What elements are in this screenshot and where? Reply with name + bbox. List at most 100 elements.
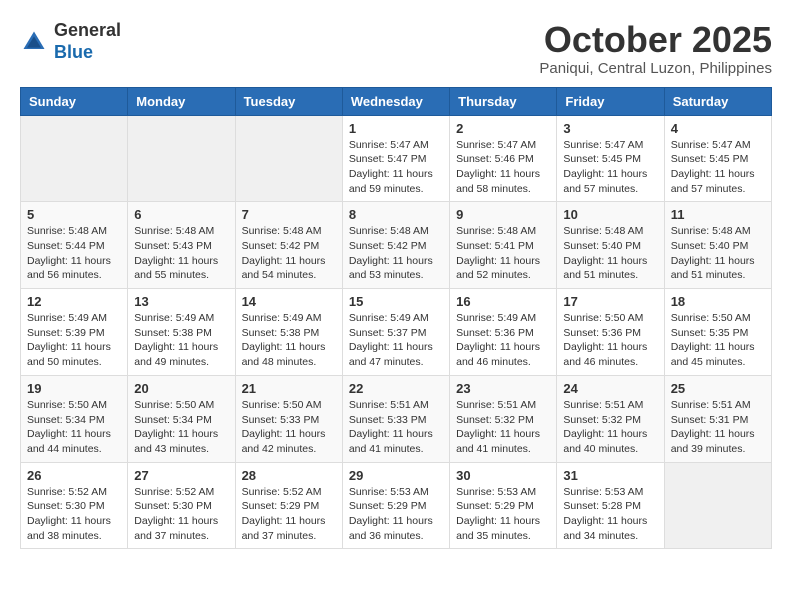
day-number: 9 [456, 207, 550, 222]
day-info: Sunrise: 5:47 AM Sunset: 5:46 PM Dayligh… [456, 138, 550, 197]
day-number: 28 [242, 468, 336, 483]
day-number: 7 [242, 207, 336, 222]
day-number: 1 [349, 121, 443, 136]
day-number: 30 [456, 468, 550, 483]
calendar-cell: 2 Sunrise: 5:47 AM Sunset: 5:46 PM Daylig… [450, 115, 557, 202]
calendar-cell: 3Sunrise: 5:47 AM Sunset: 5:45 PM Daylig… [557, 115, 664, 202]
day-number: 14 [242, 294, 336, 309]
logo-blue: Blue [54, 42, 121, 64]
day-info: Sunrise: 5:53 AM Sunset: 5:29 PM Dayligh… [349, 485, 443, 544]
calendar-cell: 22Sunrise: 5:51 AM Sunset: 5:33 PM Dayli… [342, 375, 449, 462]
calendar-week-4: 19 Sunrise: 5:50 AM Sunset: 5:34 PM Dayli… [21, 375, 772, 462]
weekday-header-wednesday: Wednesday [342, 87, 449, 115]
day-info: Sunrise: 5:49 AM Sunset: 5:39 PM Dayligh… [27, 311, 121, 370]
weekday-header-row: SundayMondayTuesdayWednesdayThursdayFrid… [21, 87, 772, 115]
day-info: Sunrise: 5:48 AM Sunset: 5:42 PM Dayligh… [349, 224, 443, 283]
calendar-cell: 16 Sunrise: 5:49 AM Sunset: 5:36 PM Dayli… [450, 289, 557, 376]
calendar-cell: 21 Sunrise: 5:50 AM Sunset: 5:33 PM Dayli… [235, 375, 342, 462]
calendar-cell: 10Sunrise: 5:48 AM Sunset: 5:40 PM Dayli… [557, 202, 664, 289]
weekday-header-tuesday: Tuesday [235, 87, 342, 115]
day-number: 19 [27, 381, 121, 396]
day-info: Sunrise: 5:49 AM Sunset: 5:36 PM Dayligh… [456, 311, 550, 370]
calendar-cell: 4Sunrise: 5:47 AM Sunset: 5:45 PM Daylig… [664, 115, 771, 202]
calendar-cell [21, 115, 128, 202]
day-number: 13 [134, 294, 228, 309]
day-info: Sunrise: 5:52 AM Sunset: 5:29 PM Dayligh… [242, 485, 336, 544]
weekday-header-friday: Friday [557, 87, 664, 115]
day-number: 24 [563, 381, 657, 396]
calendar-cell: 26 Sunrise: 5:52 AM Sunset: 5:30 PM Dayli… [21, 462, 128, 549]
day-number: 8 [349, 207, 443, 222]
weekday-header-thursday: Thursday [450, 87, 557, 115]
weekday-header-monday: Monday [128, 87, 235, 115]
day-info: Sunrise: 5:52 AM Sunset: 5:30 PM Dayligh… [27, 485, 121, 544]
day-number: 2 [456, 121, 550, 136]
day-number: 21 [242, 381, 336, 396]
day-info: Sunrise: 5:53 AM Sunset: 5:29 PM Dayligh… [456, 485, 550, 544]
calendar-cell: 8 Sunrise: 5:48 AM Sunset: 5:42 PM Daylig… [342, 202, 449, 289]
day-number: 26 [27, 468, 121, 483]
page-header: General Blue October 2025 Paniqui, Centr… [20, 20, 772, 77]
calendar-cell: 12 Sunrise: 5:49 AM Sunset: 5:39 PM Dayli… [21, 289, 128, 376]
day-info: Sunrise: 5:50 AM Sunset: 5:33 PM Dayligh… [242, 398, 336, 457]
day-number: 12 [27, 294, 121, 309]
calendar-cell: 29Sunrise: 5:53 AM Sunset: 5:29 PM Dayli… [342, 462, 449, 549]
calendar-cell: 9 Sunrise: 5:48 AM Sunset: 5:41 PM Daylig… [450, 202, 557, 289]
day-info: Sunrise: 5:48 AM Sunset: 5:43 PM Dayligh… [134, 224, 228, 283]
calendar-cell: 24 Sunrise: 5:51 AM Sunset: 5:32 PM Dayli… [557, 375, 664, 462]
day-info: Sunrise: 5:47 AM Sunset: 5:45 PM Dayligh… [563, 138, 657, 197]
calendar-week-3: 12 Sunrise: 5:49 AM Sunset: 5:39 PM Dayli… [21, 289, 772, 376]
day-number: 11 [671, 207, 765, 222]
calendar-cell [128, 115, 235, 202]
calendar-cell: 30 Sunrise: 5:53 AM Sunset: 5:29 PM Dayli… [450, 462, 557, 549]
day-info: Sunrise: 5:53 AM Sunset: 5:28 PM Dayligh… [563, 485, 657, 544]
calendar-cell: 31 Sunrise: 5:53 AM Sunset: 5:28 PM Dayli… [557, 462, 664, 549]
calendar-table: SundayMondayTuesdayWednesdayThursdayFrid… [20, 87, 772, 550]
day-info: Sunrise: 5:50 AM Sunset: 5:34 PM Dayligh… [27, 398, 121, 457]
calendar-cell [235, 115, 342, 202]
calendar-cell: 6Sunrise: 5:48 AM Sunset: 5:43 PM Daylig… [128, 202, 235, 289]
calendar-cell: 17 Sunrise: 5:50 AM Sunset: 5:36 PM Dayli… [557, 289, 664, 376]
day-info: Sunrise: 5:51 AM Sunset: 5:32 PM Dayligh… [563, 398, 657, 457]
weekday-header-saturday: Saturday [664, 87, 771, 115]
location: Paniqui, Central Luzon, Philippines [539, 60, 772, 77]
calendar-cell: 28 Sunrise: 5:52 AM Sunset: 5:29 PM Dayli… [235, 462, 342, 549]
calendar-cell: 1 Sunrise: 5:47 AM Sunset: 5:47 PM Daylig… [342, 115, 449, 202]
month-title: October 2025 [539, 20, 772, 60]
day-number: 5 [27, 207, 121, 222]
day-info: Sunrise: 5:49 AM Sunset: 5:37 PM Dayligh… [349, 311, 443, 370]
calendar-cell: 7 Sunrise: 5:48 AM Sunset: 5:42 PM Daylig… [235, 202, 342, 289]
day-number: 27 [134, 468, 228, 483]
day-info: Sunrise: 5:51 AM Sunset: 5:31 PM Dayligh… [671, 398, 765, 457]
day-info: Sunrise: 5:47 AM Sunset: 5:47 PM Dayligh… [349, 138, 443, 197]
day-info: Sunrise: 5:49 AM Sunset: 5:38 PM Dayligh… [134, 311, 228, 370]
logo: General Blue [20, 20, 121, 63]
day-number: 4 [671, 121, 765, 136]
day-info: Sunrise: 5:48 AM Sunset: 5:42 PM Dayligh… [242, 224, 336, 283]
calendar-cell: 27 Sunrise: 5:52 AM Sunset: 5:30 PM Dayli… [128, 462, 235, 549]
calendar-cell: 20Sunrise: 5:50 AM Sunset: 5:34 PM Dayli… [128, 375, 235, 462]
logo-text: General Blue [54, 20, 121, 63]
day-info: Sunrise: 5:48 AM Sunset: 5:44 PM Dayligh… [27, 224, 121, 283]
weekday-header-sunday: Sunday [21, 87, 128, 115]
day-info: Sunrise: 5:52 AM Sunset: 5:30 PM Dayligh… [134, 485, 228, 544]
day-info: Sunrise: 5:49 AM Sunset: 5:38 PM Dayligh… [242, 311, 336, 370]
day-number: 23 [456, 381, 550, 396]
day-number: 25 [671, 381, 765, 396]
calendar-cell: 14 Sunrise: 5:49 AM Sunset: 5:38 PM Dayli… [235, 289, 342, 376]
day-number: 17 [563, 294, 657, 309]
calendar-week-2: 5 Sunrise: 5:48 AM Sunset: 5:44 PM Daylig… [21, 202, 772, 289]
calendar-cell: 5 Sunrise: 5:48 AM Sunset: 5:44 PM Daylig… [21, 202, 128, 289]
day-info: Sunrise: 5:48 AM Sunset: 5:40 PM Dayligh… [671, 224, 765, 283]
day-number: 31 [563, 468, 657, 483]
day-info: Sunrise: 5:51 AM Sunset: 5:33 PM Dayligh… [349, 398, 443, 457]
day-info: Sunrise: 5:50 AM Sunset: 5:36 PM Dayligh… [563, 311, 657, 370]
title-section: October 2025 Paniqui, Central Luzon, Phi… [539, 20, 772, 77]
calendar-week-1: 1 Sunrise: 5:47 AM Sunset: 5:47 PM Daylig… [21, 115, 772, 202]
day-info: Sunrise: 5:48 AM Sunset: 5:41 PM Dayligh… [456, 224, 550, 283]
day-info: Sunrise: 5:50 AM Sunset: 5:34 PM Dayligh… [134, 398, 228, 457]
calendar-week-5: 26 Sunrise: 5:52 AM Sunset: 5:30 PM Dayli… [21, 462, 772, 549]
logo-general: General [54, 20, 121, 42]
day-number: 16 [456, 294, 550, 309]
day-number: 15 [349, 294, 443, 309]
